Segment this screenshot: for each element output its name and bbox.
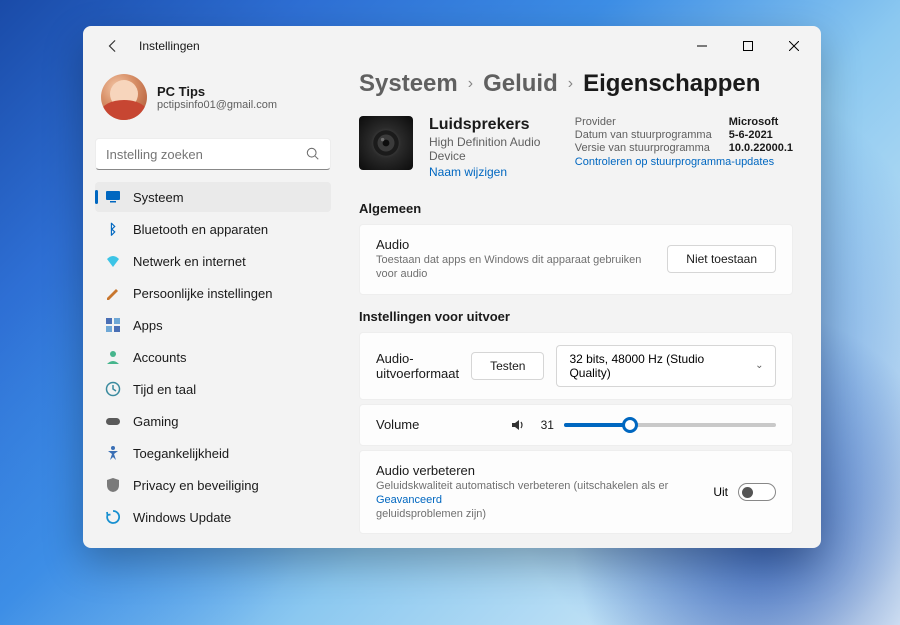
back-button[interactable] bbox=[97, 30, 129, 62]
sidebar-item-netwerk-en-internet[interactable]: Netwerk en internet bbox=[95, 246, 331, 276]
sidebar-item-accounts[interactable]: Accounts bbox=[95, 342, 331, 372]
breadcrumb-geluid[interactable]: Geluid bbox=[483, 70, 558, 98]
shield-icon bbox=[105, 477, 121, 493]
sidebar-item-label: Windows Update bbox=[133, 510, 231, 525]
accessibility-icon bbox=[105, 445, 121, 461]
breadcrumb: Systeem › Geluid › Eigenschappen bbox=[359, 70, 793, 116]
format-dropdown[interactable]: 32 bits, 48000 Hz (Studio Quality) ⌄ bbox=[556, 345, 776, 387]
volume-card: Volume 31 bbox=[359, 404, 793, 446]
enhance-desc: Geluidskwaliteit automatisch verbeteren … bbox=[376, 479, 701, 522]
toggle-state-text: Uit bbox=[713, 485, 728, 499]
volume-slider[interactable] bbox=[564, 423, 776, 427]
titlebar: Instellingen bbox=[83, 26, 821, 66]
personalize-icon bbox=[105, 285, 121, 301]
deny-button[interactable]: Niet toestaan bbox=[667, 245, 776, 273]
section-general: Algemeen bbox=[359, 201, 793, 216]
avatar bbox=[101, 74, 147, 120]
sidebar-item-systeem[interactable]: Systeem bbox=[95, 182, 331, 212]
device-subtitle: High Definition Audio Device bbox=[429, 135, 559, 163]
wifi-icon bbox=[105, 253, 121, 269]
sidebar-item-toegankelijkheid[interactable]: Toegankelijkheid bbox=[95, 438, 331, 468]
update-icon bbox=[105, 509, 121, 525]
sidebar-item-label: Apps bbox=[133, 318, 163, 333]
sidebar-item-label: Netwerk en internet bbox=[133, 254, 246, 269]
volume-label: Volume bbox=[376, 417, 498, 432]
display-icon bbox=[105, 189, 121, 205]
sidebar-item-persoonlijke-instellingen[interactable]: Persoonlijke instellingen bbox=[95, 278, 331, 308]
check-driver-updates-link[interactable]: Controleren op stuurprogramma-updates bbox=[575, 156, 793, 168]
sidebar-item-privacy-en-beveiliging[interactable]: Privacy en beveiliging bbox=[95, 470, 331, 500]
sidebar-item-tijd-en-taal[interactable]: Tijd en taal bbox=[95, 374, 331, 404]
sidebar-item-label: Bluetooth en apparaten bbox=[133, 222, 268, 237]
search-box[interactable] bbox=[95, 138, 331, 170]
audio-permission-card: Audio Toestaan dat apps en Windows dit a… bbox=[359, 224, 793, 295]
apps-icon bbox=[105, 317, 121, 333]
sidebar-item-label: Accounts bbox=[133, 350, 186, 365]
search-icon bbox=[306, 147, 320, 161]
sidebar-item-label: Persoonlijke instellingen bbox=[133, 286, 272, 301]
chevron-right-icon: › bbox=[468, 75, 473, 93]
section-output: Instellingen voor uitvoer bbox=[359, 309, 793, 324]
search-input[interactable] bbox=[106, 147, 306, 162]
sidebar-item-apps[interactable]: Apps bbox=[95, 310, 331, 340]
nav-list: Systeem ᛒ Bluetooth en apparaten Netwerk en… bbox=[95, 182, 331, 532]
chevron-right-icon: › bbox=[568, 75, 573, 93]
format-label: Audio-uitvoerformaat bbox=[376, 351, 459, 381]
sidebar-item-label: Toegankelijkheid bbox=[133, 446, 229, 461]
sidebar-item-gaming[interactable]: Gaming bbox=[95, 406, 331, 436]
sidebar-item-windows-update[interactable]: Windows Update bbox=[95, 502, 331, 532]
bluetooth-icon: ᛒ bbox=[105, 221, 121, 237]
speaker-icon bbox=[359, 116, 413, 170]
user-block[interactable]: PC Tips pctipsinfo01@gmail.com bbox=[95, 66, 331, 134]
user-email: pctipsinfo01@gmail.com bbox=[157, 99, 277, 111]
clock-icon bbox=[105, 381, 121, 397]
device-header: Luidsprekers High Definition Audio Devic… bbox=[359, 116, 793, 197]
audio-desc: Toestaan dat apps en Windows dit apparaa… bbox=[376, 253, 655, 282]
sidebar-item-label: Privacy en beveiliging bbox=[133, 478, 259, 493]
audio-label: Audio bbox=[376, 237, 655, 252]
format-value: 32 bits, 48000 Hz (Studio Quality) bbox=[569, 352, 745, 380]
sidebar-item-bluetooth-en-apparaten[interactable]: ᛒ Bluetooth en apparaten bbox=[95, 214, 331, 244]
close-button[interactable] bbox=[771, 30, 817, 62]
volume-value: 31 bbox=[536, 418, 554, 432]
rename-link[interactable]: Naam wijzigen bbox=[429, 165, 559, 179]
sidebar: PC Tips pctipsinfo01@gmail.com Systeem ᛒB… bbox=[83, 66, 343, 548]
gaming-icon bbox=[105, 413, 121, 429]
app-title: Instellingen bbox=[139, 39, 200, 53]
maximize-button[interactable] bbox=[725, 30, 771, 62]
driver-info: ProviderMicrosoft Datum van stuurprogram… bbox=[575, 116, 793, 179]
user-name: PC Tips bbox=[157, 84, 277, 99]
enhance-label: Audio verbeteren bbox=[376, 463, 701, 478]
sidebar-item-label: Systeem bbox=[133, 190, 184, 205]
advanced-link[interactable]: Geavanceerd bbox=[376, 494, 442, 506]
enhance-toggle[interactable] bbox=[738, 483, 776, 501]
device-name: Luidsprekers bbox=[429, 116, 559, 134]
chevron-down-icon: ⌄ bbox=[755, 360, 763, 371]
settings-window: Instellingen PC Tips pctipsinfo01@gmail.… bbox=[83, 26, 821, 548]
minimize-button[interactable] bbox=[679, 30, 725, 62]
breadcrumb-current: Eigenschappen bbox=[583, 70, 760, 98]
breadcrumb-systeem[interactable]: Systeem bbox=[359, 70, 458, 98]
sidebar-item-label: Gaming bbox=[133, 414, 179, 429]
test-button[interactable]: Testen bbox=[471, 352, 544, 380]
audio-format-card: Audio-uitvoerformaat Testen 32 bits, 480… bbox=[359, 332, 793, 400]
main-content: Systeem › Geluid › Eigenschappen Luidspr… bbox=[343, 66, 821, 548]
accounts-icon bbox=[105, 349, 121, 365]
volume-icon[interactable] bbox=[510, 417, 526, 433]
audio-enhance-card: Audio verbeteren Geluidskwaliteit automa… bbox=[359, 450, 793, 535]
sidebar-item-label: Tijd en taal bbox=[133, 382, 196, 397]
device-info: Luidsprekers High Definition Audio Devic… bbox=[429, 116, 559, 179]
